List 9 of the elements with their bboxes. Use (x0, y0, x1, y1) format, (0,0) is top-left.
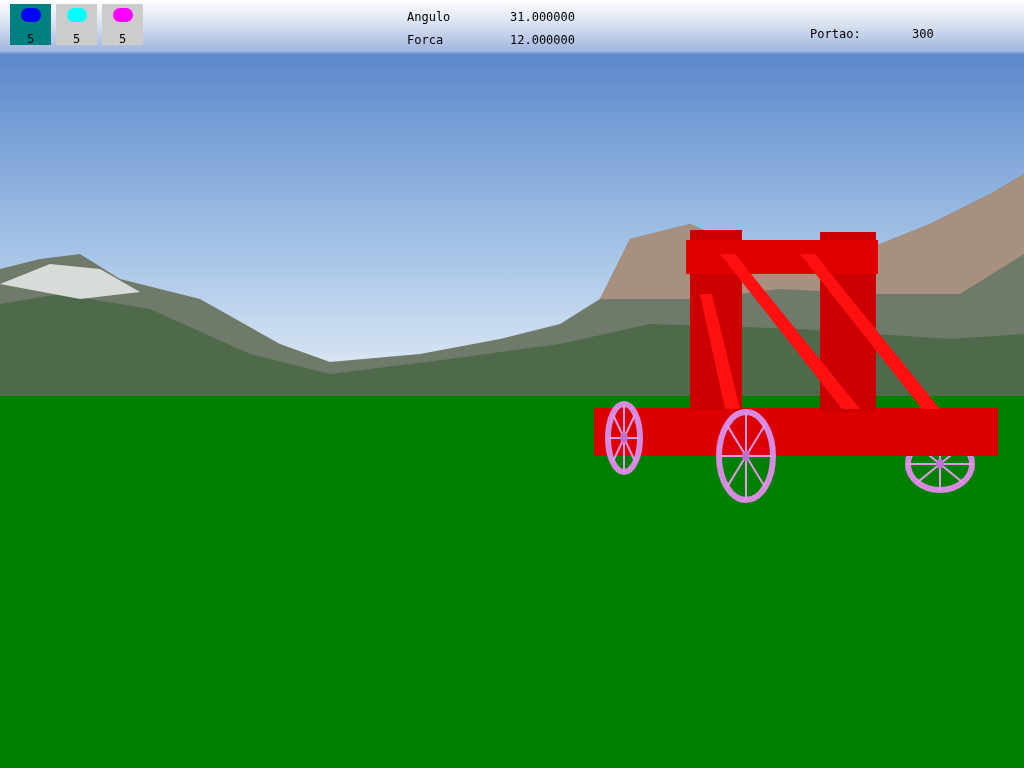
ammo-slot[interactable]: 5 (10, 4, 51, 45)
stat-label: Forca (407, 34, 445, 46)
stat-label: Angulo (407, 11, 452, 23)
ammo-slot[interactable]: 5 (102, 4, 143, 45)
stat-value: 31.000000 (510, 11, 576, 23)
ammo-slot[interactable]: 5 (56, 4, 97, 45)
gate-value: 300 (912, 28, 934, 40)
stat-value: 12.000000 (510, 34, 576, 46)
gate-label: Portao: (810, 28, 862, 40)
